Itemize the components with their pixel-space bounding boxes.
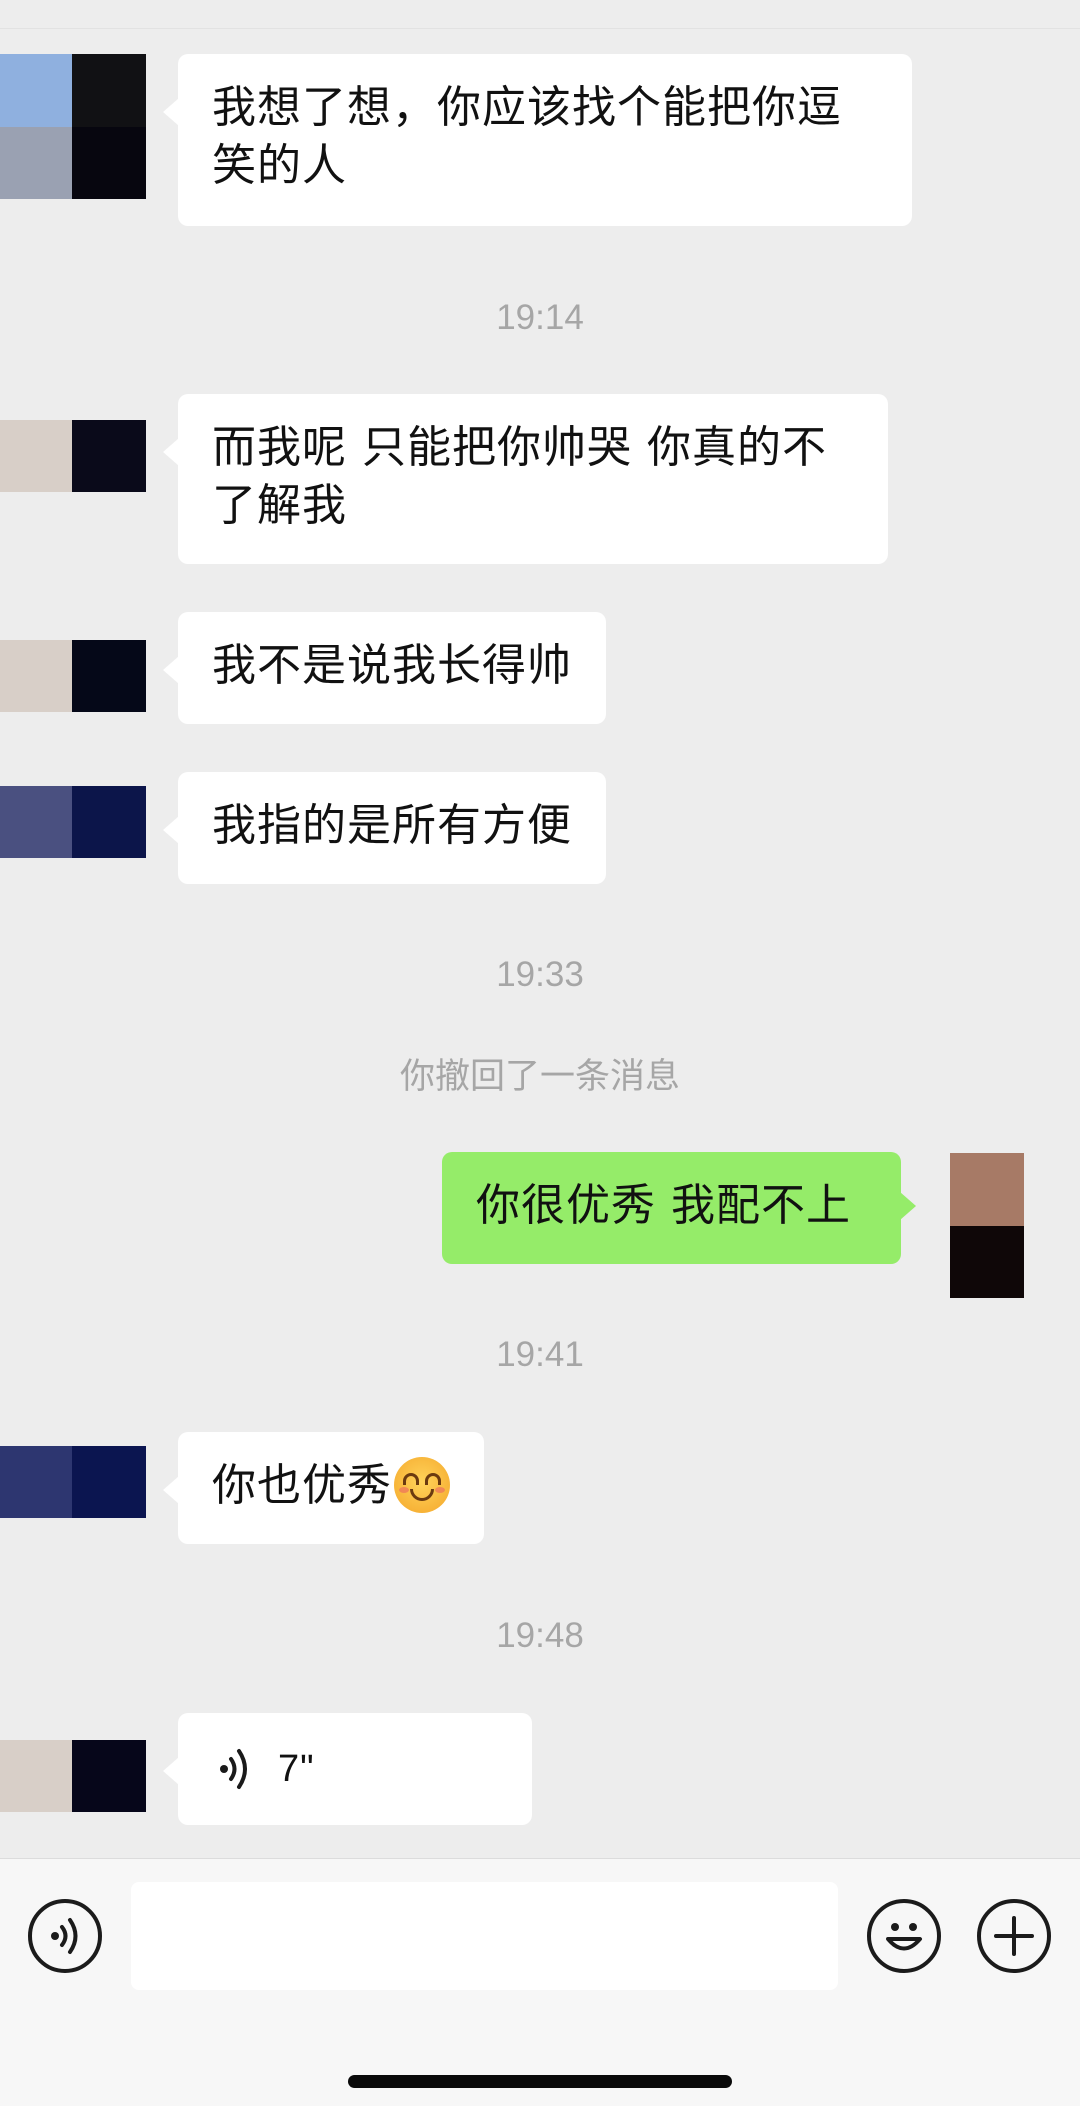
divider (0, 28, 1080, 29)
voice-mode-icon (51, 1918, 78, 1954)
incoming-message-bubble[interactable]: 你也优秀 (163, 1432, 484, 1544)
contact-avatar[interactable] (0, 54, 146, 199)
message-text: 你很优秀 我配不上 (476, 1180, 851, 1231)
message-text: 我指的是所有方便 (212, 800, 572, 851)
more-functions-button[interactable] (977, 1899, 1051, 1973)
voice-message-bubble[interactable]: 7" (163, 1713, 532, 1825)
incoming-message-bubble[interactable]: 而我呢 只能把你帅哭 你真的不 了解我 (163, 394, 888, 564)
message-input[interactable] (131, 1882, 838, 1990)
emoji-button[interactable] (867, 1899, 941, 1973)
voice-mode-button[interactable] (28, 1899, 102, 1973)
message-text: 你也优秀 (212, 1460, 392, 1511)
contact-avatar[interactable] (0, 1740, 146, 1812)
voice-duration: 7" (278, 1748, 315, 1790)
contact-avatar[interactable] (0, 786, 146, 858)
message-text: 我想了想，你应该找个能把你逗 (212, 82, 842, 133)
voice-playback-icon (220, 1749, 247, 1789)
incoming-message-bubble[interactable]: 我指的是所有方便 (163, 772, 606, 884)
incoming-message-bubble[interactable]: 我想了想，你应该找个能把你逗 笑的人 (163, 54, 912, 226)
contact-avatar[interactable] (0, 1446, 146, 1518)
home-indicator (348, 2075, 732, 2088)
message-text: 了解我 (212, 480, 347, 531)
plus-icon (994, 1916, 1034, 1956)
message-timestamp: 19:14 (496, 298, 584, 337)
contact-avatar[interactable] (0, 640, 146, 712)
message-timestamp: 19:33 (496, 955, 584, 994)
message-text: 笑的人 (212, 140, 347, 191)
message-timestamp: 19:41 (496, 1335, 584, 1374)
chat-message-list[interactable]: 我想了想，你应该找个能把你逗 笑的人 19:14 而我呢 只能把你帅哭 你真的不… (0, 0, 1080, 1858)
contact-avatar[interactable] (0, 420, 146, 492)
message-text: 我不是说我长得帅 (212, 640, 572, 691)
message-timestamp: 19:48 (496, 1616, 584, 1655)
emoji-face-icon (886, 1923, 922, 1951)
message-text: 而我呢 只能把你帅哭 你真的不 (212, 422, 827, 473)
smiling-face-emoji-icon (394, 1457, 450, 1513)
incoming-message-bubble[interactable]: 我不是说我长得帅 (163, 612, 606, 724)
chat-input-bar (0, 1858, 1080, 2106)
my-avatar[interactable] (950, 1153, 1024, 1298)
outgoing-message-bubble[interactable]: 你很优秀 我配不上 (442, 1152, 916, 1264)
recalled-message-notice: 你撤回了一条消息 (399, 1057, 680, 1097)
